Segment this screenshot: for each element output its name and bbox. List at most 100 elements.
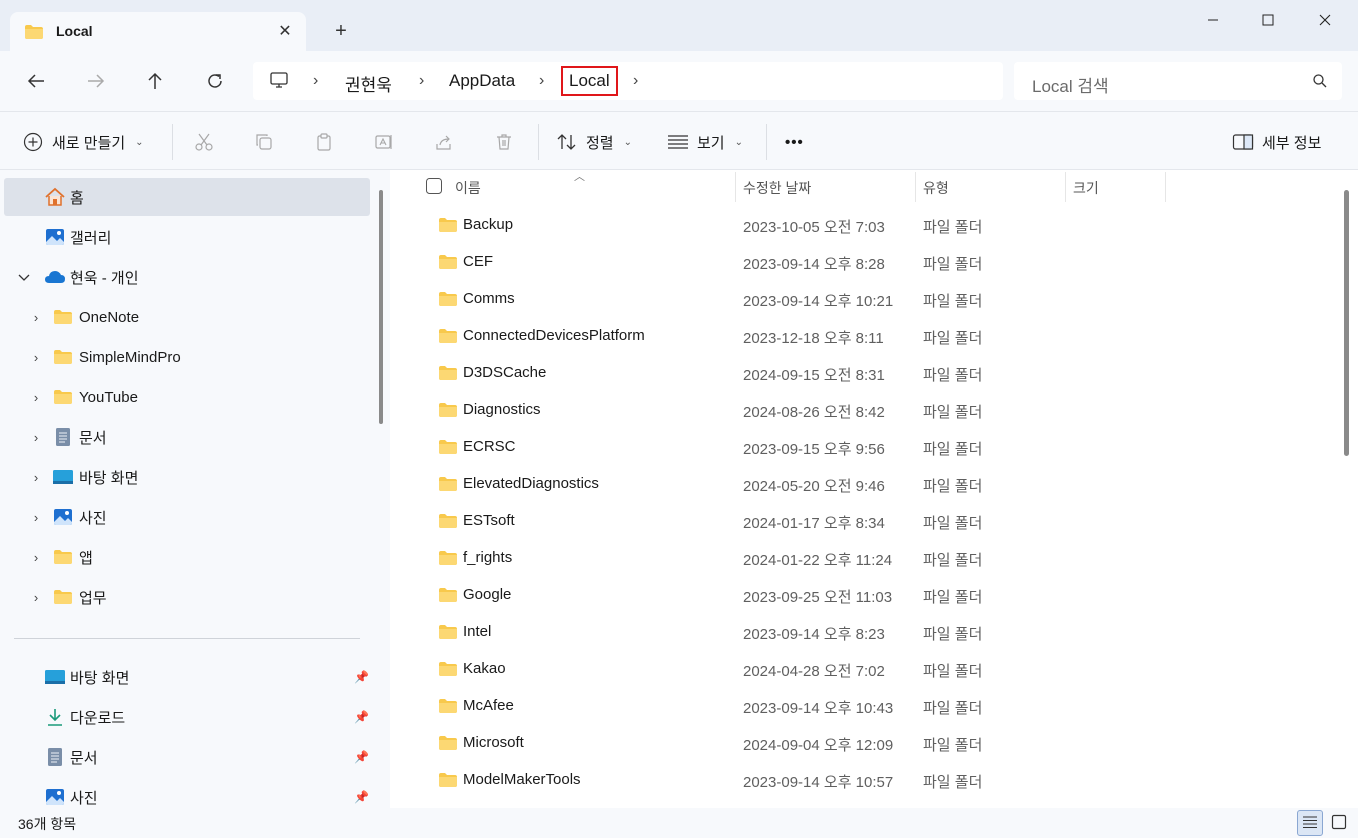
details-pane-button[interactable]: 세부 정보	[1232, 130, 1321, 154]
breadcrumb-separator[interactable]: ›	[419, 72, 424, 90]
pin-icon[interactable]: 📌	[354, 710, 369, 724]
select-all-checkbox[interactable]	[426, 178, 442, 197]
pin-icon[interactable]: 📌	[354, 670, 369, 684]
sidebar-item-gallery[interactable]: 갤러리	[4, 218, 370, 256]
maximize-button[interactable]	[1245, 6, 1291, 34]
breadcrumb-separator[interactable]: ›	[633, 72, 638, 90]
sidebar-item-label: 사진	[70, 789, 98, 807]
forward-button[interactable]	[82, 67, 110, 95]
close-window-button[interactable]	[1302, 6, 1348, 34]
rename-icon[interactable]	[373, 131, 395, 153]
table-row[interactable]: ESTsoft 2024-01-17 오후 8:34 파일 폴더	[390, 503, 1330, 540]
sidebar-item-work[interactable]: › 업무	[4, 578, 370, 616]
up-button[interactable]	[141, 67, 169, 95]
file-date: 2024-05-20 오전 9:46	[743, 478, 885, 495]
share-icon[interactable]	[433, 131, 455, 153]
column-divider[interactable]	[1165, 172, 1166, 202]
breadcrumb-separator[interactable]: ›	[313, 72, 318, 90]
table-row[interactable]: ElevatedDiagnostics 2024-05-20 오전 9:46 파일 …	[390, 466, 1330, 503]
chevron-right-icon[interactable]: ›	[28, 550, 44, 565]
chevron-right-icon[interactable]: ›	[28, 430, 44, 445]
minimize-button[interactable]	[1190, 6, 1236, 34]
back-button[interactable]	[22, 67, 50, 95]
sidebar-item-home[interactable]: 홈	[4, 178, 370, 216]
address-row: › 권현욱 › AppData › Local › Local 검색	[0, 51, 1358, 111]
breadcrumb-appdata[interactable]: AppData	[449, 71, 515, 91]
tiles-view-button[interactable]	[1326, 810, 1352, 836]
pinned-item-desktop[interactable]: 바탕 화면 📌	[4, 658, 370, 696]
sidebar-item-onedrive[interactable]: 현욱 - 개인	[4, 258, 370, 296]
toolbar-divider	[538, 124, 539, 160]
file-type: 파일 폴더	[923, 737, 983, 754]
folder-icon	[438, 587, 458, 606]
table-row[interactable]: Kakao 2024-04-28 오전 7:02 파일 폴더	[390, 651, 1330, 688]
table-row[interactable]: ConnectedDevicesPlatform 2023-12-18 오후 8:…	[390, 318, 1330, 355]
delete-icon[interactable]	[493, 131, 515, 153]
file-date: 2023-09-15 오후 9:56	[743, 441, 885, 458]
column-header-type[interactable]: 유형	[923, 178, 949, 210]
sidebar-scrollbar[interactable]	[379, 190, 383, 424]
table-row[interactable]: Diagnostics 2024-08-26 오전 8:42 파일 폴더	[390, 392, 1330, 429]
table-row[interactable]: CEF 2023-09-14 오후 8:28 파일 폴더	[390, 244, 1330, 281]
column-divider[interactable]	[1065, 172, 1066, 202]
column-header-name[interactable]: 이름	[455, 178, 481, 210]
table-row[interactable]: Backup 2023-10-05 오전 7:03 파일 폴더	[390, 207, 1330, 244]
breadcrumb-separator[interactable]: ›	[539, 72, 544, 90]
chevron-right-icon[interactable]: ›	[28, 310, 44, 325]
table-row[interactable]: Intel 2023-09-14 오후 8:23 파일 폴더	[390, 614, 1330, 651]
sidebar-item-youtube[interactable]: › YouTube	[4, 378, 370, 416]
chevron-right-icon[interactable]: ›	[28, 470, 44, 485]
breadcrumb-local[interactable]: Local	[561, 66, 618, 96]
sidebar-item-documents[interactable]: › 문서	[4, 418, 370, 456]
file-name: ESTsoft	[463, 512, 515, 529]
column-header-date[interactable]: 수정한 날짜	[743, 178, 811, 210]
search-box[interactable]: Local 검색	[1014, 62, 1342, 100]
sidebar-item-desktop[interactable]: › 바탕 화면	[4, 458, 370, 496]
view-button[interactable]: 보기 ⌄	[667, 130, 743, 154]
new-tab-button[interactable]: +	[330, 20, 352, 42]
more-options-button[interactable]: •••	[785, 130, 804, 154]
search-icon[interactable]	[1312, 73, 1328, 92]
table-row[interactable]: D3DSCache 2024-09-15 오전 8:31 파일 폴더	[390, 355, 1330, 392]
chevron-down-icon[interactable]	[16, 270, 32, 285]
tab-close-button[interactable]: ✕	[274, 20, 296, 42]
pin-icon[interactable]: 📌	[354, 750, 369, 764]
sidebar-item-label: OneNote	[79, 308, 140, 326]
paste-icon[interactable]	[313, 131, 335, 153]
copy-icon[interactable]	[253, 131, 275, 153]
table-row[interactable]: McAfee 2023-09-14 오후 10:43 파일 폴더	[390, 688, 1330, 725]
sidebar-item-simplemindpro[interactable]: › SimpleMindPro	[4, 338, 370, 376]
table-row[interactable]: ECRSC 2023-09-15 오후 9:56 파일 폴더	[390, 429, 1330, 466]
breadcrumb-user[interactable]: 권현욱	[345, 71, 392, 96]
details-view-button[interactable]	[1297, 810, 1323, 836]
sidebar-item-apps[interactable]: › 앱	[4, 538, 370, 576]
table-row[interactable]: f_rights 2024-01-22 오후 11:24 파일 폴더	[390, 540, 1330, 577]
address-bar[interactable]: › 권현욱 › AppData › Local ›	[253, 62, 1003, 100]
chevron-right-icon[interactable]: ›	[28, 590, 44, 605]
column-header-size[interactable]: 크기	[1073, 178, 1099, 210]
file-list-scrollbar[interactable]	[1344, 190, 1349, 456]
cut-icon[interactable]	[193, 131, 215, 153]
sort-button[interactable]: 정렬 ⌄	[556, 130, 632, 154]
pinned-item-downloads[interactable]: 다운로드 📌	[4, 698, 370, 736]
sidebar-item-onenote[interactable]: › OneNote	[4, 298, 370, 336]
tab-local[interactable]: Local ✕	[10, 12, 306, 51]
table-row[interactable]: ModelMakerTools 2023-09-14 오후 10:57 파일 폴더	[390, 762, 1330, 799]
pinned-item-documents[interactable]: 문서 📌	[4, 738, 370, 776]
chevron-right-icon[interactable]: ›	[28, 390, 44, 405]
new-button[interactable]: 새로 만들기 ⌄	[22, 130, 144, 154]
table-row[interactable]: Microsoft 2024-09-04 오후 12:09 파일 폴더	[390, 725, 1330, 762]
refresh-button[interactable]	[201, 67, 229, 95]
pin-icon[interactable]: 📌	[354, 790, 369, 804]
toolbar-divider	[766, 124, 767, 160]
table-row[interactable]: Google 2023-09-25 오전 11:03 파일 폴더	[390, 577, 1330, 614]
table-row[interactable]: Comms 2023-09-14 오후 10:21 파일 폴더	[390, 281, 1330, 318]
column-divider[interactable]	[915, 172, 916, 202]
chevron-right-icon[interactable]: ›	[28, 510, 44, 525]
sidebar-item-pictures[interactable]: › 사진	[4, 498, 370, 536]
chevron-right-icon[interactable]: ›	[28, 350, 44, 365]
file-type: 파일 폴더	[923, 774, 983, 791]
details-view-icon	[1302, 815, 1318, 832]
computer-icon[interactable]	[269, 71, 289, 92]
column-divider[interactable]	[735, 172, 736, 202]
